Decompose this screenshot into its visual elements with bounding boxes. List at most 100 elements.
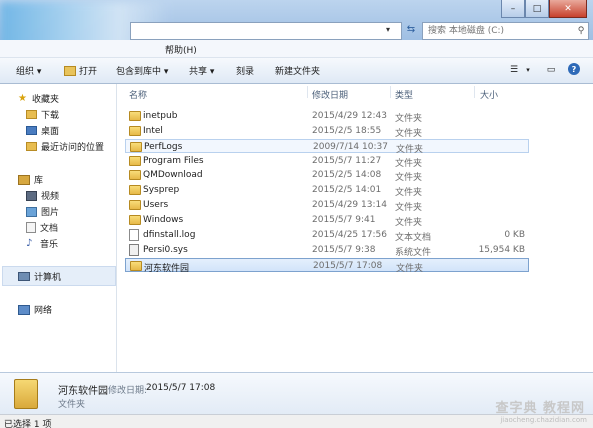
watermark-text: 查字典 教程网 [495, 401, 585, 416]
close-icon: ✕ [564, 3, 572, 14]
folder-icon [129, 200, 141, 211]
file-type: 文件夹 [395, 173, 423, 184]
column-divider[interactable] [307, 86, 308, 98]
search-input[interactable] [423, 25, 574, 37]
file-row[interactable]: QMDownload 2015/2/5 14:08 文件夹 [125, 168, 529, 184]
file-name: Users [143, 200, 169, 211]
column-header-date[interactable]: 修改日期 [312, 88, 348, 101]
maximize-button[interactable]: □ [525, 0, 549, 18]
refresh-icon[interactable]: ⇆ [404, 22, 418, 38]
column-header-name[interactable]: 名称 [129, 88, 147, 101]
file-row[interactable]: inetpub 2015/4/29 12:43 文件夹 [125, 109, 529, 124]
nav-videos[interactable]: 视频 [26, 189, 59, 202]
column-header-size[interactable]: 大小 [480, 88, 498, 101]
file-name: Program Files [143, 155, 204, 166]
nav-computer[interactable]: 计算机 [18, 270, 61, 283]
preview-pane-icon[interactable]: ▭ [543, 63, 559, 77]
column-divider[interactable] [390, 86, 391, 98]
organize-label: 组织 ▾ [16, 67, 42, 77]
file-row[interactable]: PerfLogs 2009/7/14 10:37 文件夹 [125, 138, 529, 155]
file-modified-date: 2015/5/7 17:08 [313, 260, 383, 271]
file-size: 15,954 KB [478, 244, 525, 255]
picture-icon [26, 206, 37, 217]
file-type: 文件夹 [395, 188, 423, 199]
library-icon [18, 174, 30, 185]
minimize-button[interactable]: – [501, 0, 525, 18]
file-row[interactable]: Intel 2015/2/5 18:55 文件夹 [125, 124, 529, 139]
system-file-icon [129, 243, 139, 256]
include-in-library-button[interactable]: 包含到库中 ▾ [116, 64, 168, 77]
file-modified-date: 2015/2/5 18:55 [312, 125, 382, 136]
window-controls: – □ ✕ [501, 0, 587, 18]
address-dropdown-icon[interactable]: ▾ [386, 25, 390, 34]
file-row[interactable]: 河东软件园 2015/5/7 17:08 文件夹 [125, 257, 529, 274]
nav-downloads[interactable]: 下载 [26, 108, 59, 121]
include-library-label: 包含到库中 ▾ [116, 67, 169, 77]
file-type: 文件夹 [396, 263, 424, 274]
column-divider[interactable] [474, 86, 475, 98]
file-modified-date: 2015/4/29 12:43 [312, 111, 387, 121]
nav-recent-places[interactable]: 最近访问的位置 [26, 140, 104, 153]
nav-network-label: 网络 [34, 306, 53, 316]
menu-help[interactable]: 帮助(H) [165, 43, 197, 56]
file-type: 文件夹 [395, 128, 423, 139]
file-type: 文本文档 [395, 232, 432, 243]
file-row[interactable]: Persi0.sys 2015/5/7 9:38 系统文件 15,954 KB [125, 243, 529, 258]
file-row[interactable]: Sysprep 2015/2/5 14:01 文件夹 [125, 183, 529, 199]
close-button[interactable]: ✕ [549, 0, 587, 18]
help-icon[interactable]: ? [568, 63, 580, 75]
file-name: PerfLogs [144, 141, 183, 152]
column-headers: 名称 修改日期 类型 大小 [117, 84, 593, 101]
details-modified-value: 2015/5/7 17:08 [146, 383, 216, 393]
new-folder-label: 新建文件夹 [275, 67, 321, 77]
open-label: 打开 [79, 67, 98, 77]
file-type: 文件夹 [395, 203, 423, 214]
file-modified-date: 2015/5/7 11:27 [312, 155, 382, 166]
search-box[interactable]: ⚲ [422, 22, 589, 40]
column-header-type[interactable]: 类型 [395, 88, 413, 101]
folder-icon [129, 125, 141, 136]
folder-icon [129, 111, 141, 121]
file-modified-date: 2015/4/29 13:14 [312, 200, 387, 211]
file-list-pane: 名称 修改日期 类型 大小 inetpub 2015/4/29 12:43 文件夹 I… [117, 84, 593, 372]
file-modified-date: 2015/4/25 17:56 [312, 229, 387, 240]
organize-button[interactable]: 组织 ▾ [16, 64, 41, 77]
file-row[interactable]: Windows 2015/5/7 9:41 文件夹 [125, 213, 529, 228]
maximize-icon: □ [532, 3, 542, 14]
burn-button[interactable]: 刻录 [236, 64, 254, 77]
burn-label: 刻录 [236, 67, 255, 77]
file-size: 0 KB [504, 229, 525, 240]
selected-folder-icon [14, 379, 38, 409]
new-folder-button[interactable]: 新建文件夹 [275, 64, 320, 77]
file-name: Sysprep [143, 185, 180, 196]
nav-desktop-label: 桌面 [41, 127, 60, 137]
file-modified-date: 2009/7/14 10:37 [313, 141, 388, 152]
open-button[interactable]: 打开 [64, 64, 97, 77]
nav-downloads-label: 下载 [41, 111, 60, 121]
file-row[interactable]: Program Files 2015/5/7 11:27 文件夹 [125, 154, 529, 169]
file-type: 系统文件 [395, 247, 432, 258]
nav-music[interactable]: ♪ 音乐 [26, 237, 59, 251]
file-name: 河东软件园 [144, 263, 190, 274]
nav-favorites[interactable]: ★ 收藏夹 [18, 92, 60, 106]
nav-network[interactable]: 网络 [18, 303, 52, 316]
menu-bar: 帮助(H) [0, 40, 593, 58]
nav-pictures[interactable]: 图片 [26, 205, 59, 218]
command-bar: 组织 ▾ 打开 包含到库中 ▾ 共享 ▾ 刻录 新建文件夹 ☰ ▾ ▭ ? [0, 58, 593, 84]
address-bar[interactable] [130, 22, 402, 40]
view-dropdown-icon[interactable]: ▾ [520, 63, 536, 77]
search-icon[interactable]: ⚲ [574, 26, 588, 36]
share-label: 共享 ▾ [189, 67, 215, 77]
share-button[interactable]: 共享 ▾ [189, 64, 214, 77]
nav-documents[interactable]: 文档 [26, 221, 58, 234]
folder-icon [130, 141, 142, 152]
file-row[interactable]: dfinstall.log 2015/4/25 17:56 文本文档 0 KB [125, 228, 529, 243]
nav-favorites-label: 收藏夹 [32, 95, 60, 105]
nav-desktop[interactable]: 桌面 [26, 124, 59, 137]
file-row[interactable]: Users 2015/4/29 13:14 文件夹 [125, 198, 529, 214]
document-icon [26, 222, 36, 233]
nav-libraries[interactable]: 库 [18, 173, 43, 186]
file-name: QMDownload [143, 170, 203, 181]
file-modified-date: 2015/2/5 14:01 [312, 185, 382, 196]
nav-music-label: 音乐 [40, 240, 59, 250]
